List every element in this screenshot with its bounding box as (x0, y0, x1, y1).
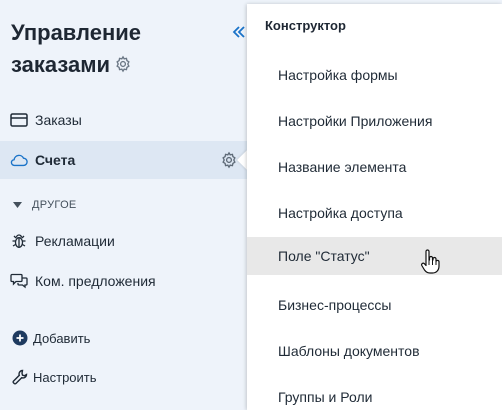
card-icon (10, 111, 28, 129)
menu-item-status-field[interactable]: Поле "Статус" (247, 237, 502, 275)
menu-item-business-processes[interactable]: Бизнес-процессы (247, 286, 502, 324)
sidebar: Управление заказами Заказы Счета ДРУГОЕ … (0, 0, 250, 410)
menu-item-app-settings[interactable]: Настройки Приложения (247, 102, 502, 140)
menu-item-access-settings[interactable]: Настройка доступа (247, 194, 502, 232)
gear-icon[interactable] (220, 151, 238, 172)
hand-cursor-icon (420, 249, 440, 280)
caret-down-icon (13, 199, 22, 211)
sidebar-item-label: Ком. предложения (35, 273, 156, 289)
configure-label: Настроить (33, 369, 97, 385)
menu-item-form-settings[interactable]: Настройка формы (247, 56, 502, 94)
wrench-icon (12, 369, 28, 385)
sidebar-item-offers[interactable]: Ком. предложения (0, 262, 250, 300)
menu-item-document-templates[interactable]: Шаблоны документов (247, 332, 502, 370)
menu-item-groups-roles[interactable]: Группы и Роли (247, 378, 502, 410)
sidebar-item-orders[interactable]: Заказы (0, 101, 250, 139)
sidebar-item-claims[interactable]: Рекламации (0, 222, 250, 260)
add-button[interactable]: Добавить (12, 328, 90, 348)
add-label: Добавить (33, 330, 91, 346)
sidebar-item-label: Счета (35, 152, 76, 168)
cloud-icon (10, 151, 28, 169)
constructor-menu: Конструктор Настройка формы Настройки Пр… (247, 4, 502, 410)
sidebar-item-invoices[interactable]: Счета (0, 141, 250, 179)
configure-button[interactable]: Настроить (12, 367, 97, 387)
sidebar-item-label: Заказы (35, 112, 82, 128)
bug-icon (10, 232, 28, 250)
gear-icon[interactable] (114, 50, 132, 82)
menu-header: Конструктор (265, 18, 346, 33)
plus-circle-icon (12, 330, 28, 346)
section-toggle-other[interactable]: ДРУГОЕ (13, 196, 77, 214)
double-chevron-left-icon (231, 24, 247, 45)
menu-item-element-name[interactable]: Название элемента (247, 148, 502, 186)
chat-icon (10, 272, 28, 290)
section-label: ДРУГОЕ (32, 199, 77, 211)
sidebar-item-label: Рекламации (35, 233, 115, 249)
page-title: Управление заказами (11, 17, 211, 82)
